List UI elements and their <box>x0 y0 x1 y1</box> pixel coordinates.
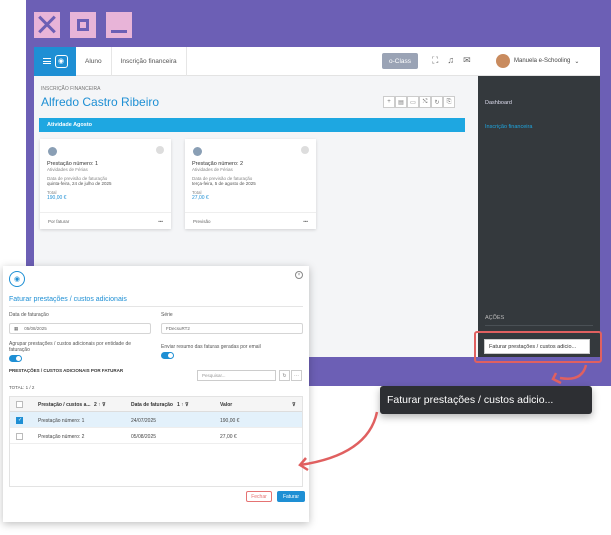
arrow-curve <box>299 411 379 467</box>
arrow-curve <box>559 364 588 380</box>
annotation-arrows <box>298 364 588 472</box>
arrow-head <box>551 372 562 385</box>
